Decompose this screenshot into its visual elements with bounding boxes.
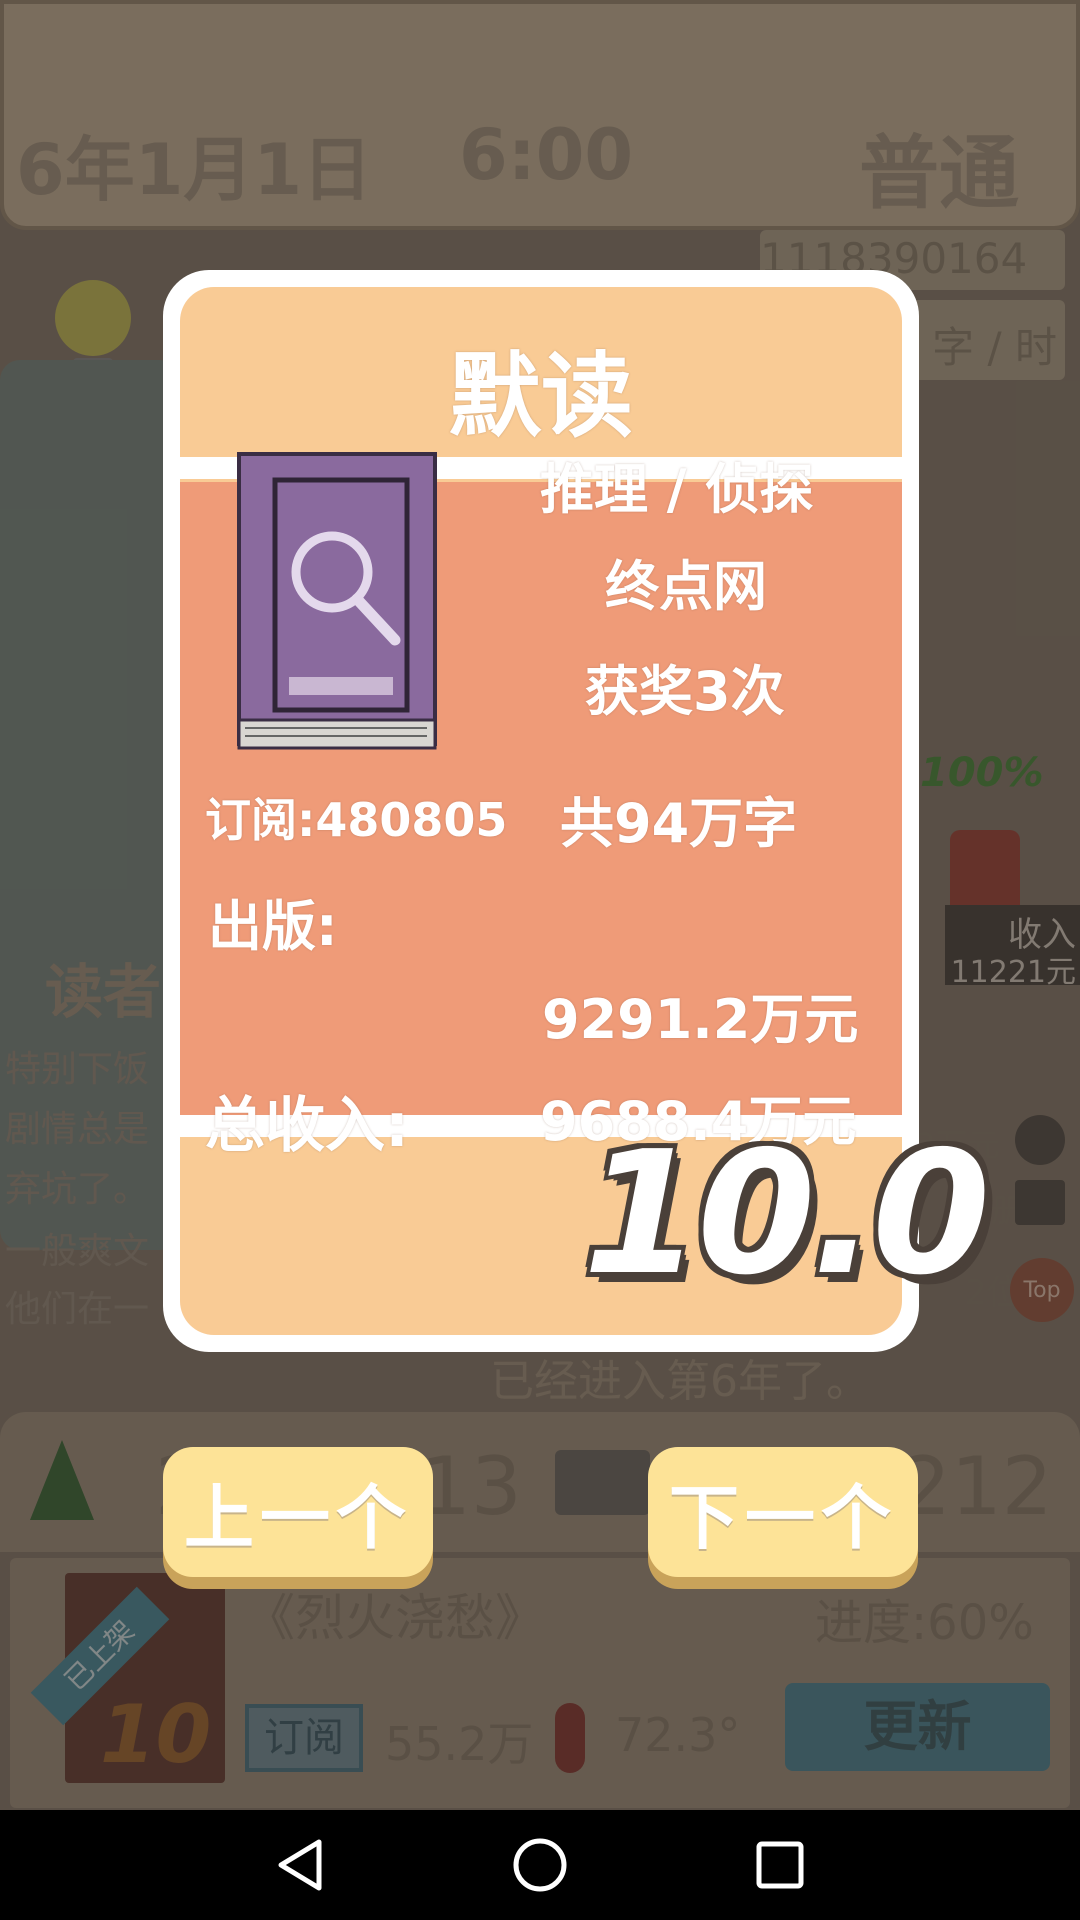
recent-apps-icon[interactable]	[720, 1810, 840, 1920]
book-subscriptions: 订阅:480805	[205, 793, 508, 847]
book-title: 默读	[448, 343, 633, 450]
previous-button[interactable]: 上一个	[163, 1447, 433, 1577]
system-navigation-bar	[0, 1810, 1080, 1920]
back-icon[interactable]	[240, 1810, 360, 1920]
book-cover-icon	[237, 452, 437, 752]
book-genre: 推理 / 侦探	[540, 458, 814, 521]
book-website: 终点网	[605, 555, 767, 618]
book-word-count: 共94万字	[560, 792, 798, 855]
next-button[interactable]: 下一个	[648, 1447, 918, 1577]
home-icon[interactable]	[480, 1810, 600, 1920]
publish-label: 出版:	[208, 895, 338, 958]
book-detail-card: 默读 推理 / 侦探 终点网 获奖3次 订阅:480805 共94万字 出版: …	[163, 270, 990, 1352]
book-awards: 获奖3次	[585, 660, 785, 723]
publish-income: 9291.2万元	[542, 988, 859, 1051]
book-score: 10.0	[583, 1115, 990, 1313]
total-income-label: 总收入:	[205, 1091, 409, 1161]
